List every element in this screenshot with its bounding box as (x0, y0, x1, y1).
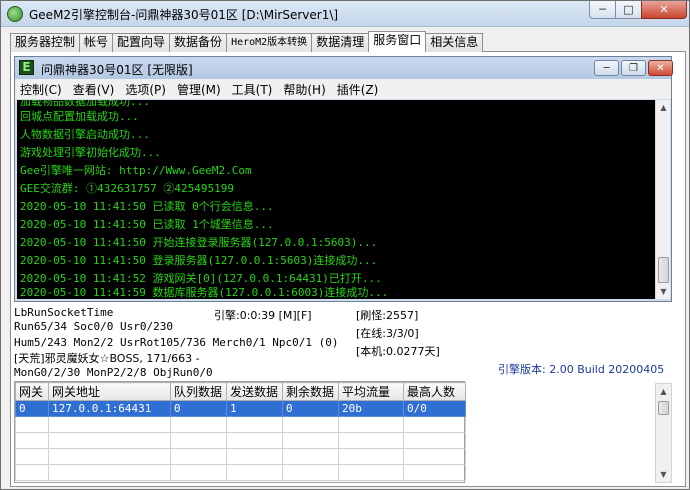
table-row-empty[interactable] (15, 432, 466, 449)
server-close-button[interactable]: ✕ (648, 60, 673, 76)
col-remaining-data[interactable]: 剩余数据 (282, 382, 339, 401)
log-line: Gee引擎唯一网站: http://Www.GeeM2.Com (20, 164, 252, 177)
menu-manage[interactable]: 管理(M) (172, 81, 227, 98)
log-line: 2020-05-10 11:41:59 数据库服务器(127.0.0.1:600… (20, 286, 389, 299)
server-restore-button[interactable]: ❐ (621, 60, 646, 76)
server-window: E 问鼎神器30号01区 [无限版] ─ ❐ ✕ 控制(C) 查看(V) 选项(… (14, 56, 673, 302)
col-max-players[interactable]: 最高人数 (403, 382, 466, 401)
log-console[interactable]: 加载物品数据加载成功... 回城点配置加载成功... 人物数据引擎启动成功...… (17, 100, 655, 299)
panel-scrollbar[interactable]: ▲ ▼ (655, 383, 672, 483)
tab-related-info[interactable]: 相关信息 (425, 33, 484, 52)
col-gateway-address[interactable]: 网关地址 (48, 382, 171, 401)
scroll-up-icon[interactable]: ▲ (656, 384, 671, 399)
menu-bar: 控制(C) 查看(V) 选项(P) 管理(M) 工具(T) 帮助(H) 插件(Z… (15, 79, 671, 99)
log-line: 回城点配置加载成功... (20, 110, 139, 123)
cell-gateway: 0 (15, 400, 49, 417)
table-header-row: 网关 网关地址 队列数据 发送数据 剩余数据 平均流量 最高人数 (15, 382, 466, 401)
log-line: GEE交流群: ①432631757 ②425495199 (20, 182, 234, 195)
tab-service-window[interactable]: 服务窗口 (368, 31, 427, 52)
hum-stats: Hum5/243 Mon2/2 UsrRot105/736 Merch0/1 N… (14, 336, 339, 349)
server-window-title: 问鼎神器30号01区 [无限版] (41, 63, 193, 77)
tab-config-wizard[interactable]: 配置向导 (112, 33, 171, 52)
window-title: GeeM2引擎控制台-问鼎神器30号01区 [D:\MirServer1\] (29, 8, 339, 22)
close-button[interactable]: ✕ (641, 1, 687, 19)
log-line: 2020-05-10 11:41:50 已读取 0个行会信息... (20, 200, 274, 213)
menu-control[interactable]: 控制(C) (15, 81, 68, 98)
online-count: [在线:3/3/0] (356, 327, 419, 340)
scroll-down-icon[interactable]: ▼ (656, 467, 671, 482)
col-send-data[interactable]: 发送数据 (226, 382, 283, 401)
cell-gateway-address: 127.0.0.1:64431 (48, 400, 171, 417)
run-stats: Run65/34 Soc0/0 Usr0/230 (14, 320, 173, 333)
minimize-button[interactable]: ─ (589, 1, 616, 19)
cell-max-players: 0/0 (403, 400, 466, 417)
cell-average-traffic: 20b (338, 400, 404, 417)
scroll-thumb[interactable] (658, 401, 669, 415)
menu-view[interactable]: 查看(V) (68, 81, 121, 98)
tab-data-cleanup[interactable]: 数据清理 (311, 33, 370, 52)
table-row-empty[interactable] (15, 464, 466, 481)
log-line: 2020-05-10 11:41:50 开始连接登录服务器(127.0.0.1:… (20, 236, 378, 249)
log-line: 2020-05-10 11:41:50 已读取 1个城堡信息... (20, 218, 274, 231)
log-line: 游戏处理引擎初始化成功... (20, 146, 161, 159)
tab-account[interactable]: 帐号 (79, 33, 114, 52)
menu-help[interactable]: 帮助(H) (278, 81, 331, 98)
col-queue-data[interactable]: 队列数据 (170, 382, 227, 401)
tab-server-control[interactable]: 服务器控制 (10, 33, 81, 52)
app-icon (7, 6, 23, 22)
local-runtime: [本机:0.0277天] (356, 345, 440, 358)
menu-plugins[interactable]: 插件(Z) (332, 81, 385, 98)
console-scrollbar[interactable]: ▲ ▼ (655, 100, 670, 299)
tab-bar: 服务器控制 帐号 配置向导 数据备份 HeroM2版本转换 数据清理 服务窗口 … (10, 31, 484, 52)
scroll-up-icon[interactable]: ▲ (656, 100, 671, 115)
log-line: 2020-05-10 11:41:50 登录服务器(127.0.0.1:5603… (20, 254, 378, 267)
table-row[interactable]: 0 127.0.0.1:64431 0 1 0 20b 0/0 (15, 400, 466, 417)
monster-stats: MonG0/2/30 MonP2/2/8 ObjRun0/0 (14, 366, 213, 379)
boss-status: [天荒]邪灵魔妖女☆BOSS, 171/663 - (14, 352, 200, 365)
maximize-button[interactable]: □ (615, 1, 642, 19)
server-window-title-bar[interactable]: E 问鼎神器30号01区 [无限版] ─ ❐ ✕ (15, 57, 673, 79)
log-line: 人物数据引擎启动成功... (20, 128, 150, 141)
run-socket-time: LbRunSocketTime (14, 306, 114, 319)
cell-queue-data: 0 (170, 400, 227, 417)
table-row-empty[interactable] (15, 448, 466, 465)
title-bar[interactable]: GeeM2引擎控制台-问鼎神器30号01区 [D:\MirServer1\] ─… (1, 1, 689, 27)
col-average-traffic[interactable]: 平均流量 (338, 382, 404, 401)
engine-version: 引擎版本: 2.00 Build 20200405 (498, 363, 665, 376)
tab-data-backup[interactable]: 数据备份 (169, 33, 228, 52)
engine-icon: E (19, 60, 34, 75)
gateway-table[interactable]: 网关 网关地址 队列数据 发送数据 剩余数据 平均流量 最高人数 0 127.0… (14, 381, 466, 483)
refresh-monster-count: [刷怪:2557] (356, 309, 419, 322)
menu-options[interactable]: 选项(P) (120, 81, 172, 98)
menu-tools[interactable]: 工具(T) (227, 81, 279, 98)
tab-herom2-convert[interactable]: HeroM2版本转换 (226, 33, 313, 52)
engine-uptime: 引擎:0:0:39 [M][F] (214, 309, 312, 322)
table-row-empty[interactable] (15, 416, 466, 433)
cell-send-data: 1 (226, 400, 283, 417)
scroll-thumb[interactable] (658, 257, 669, 283)
col-gateway[interactable]: 网关 (15, 382, 49, 401)
scroll-down-icon[interactable]: ▼ (656, 284, 671, 299)
server-minimize-button[interactable]: ─ (594, 60, 619, 76)
cell-remaining-data: 0 (282, 400, 339, 417)
